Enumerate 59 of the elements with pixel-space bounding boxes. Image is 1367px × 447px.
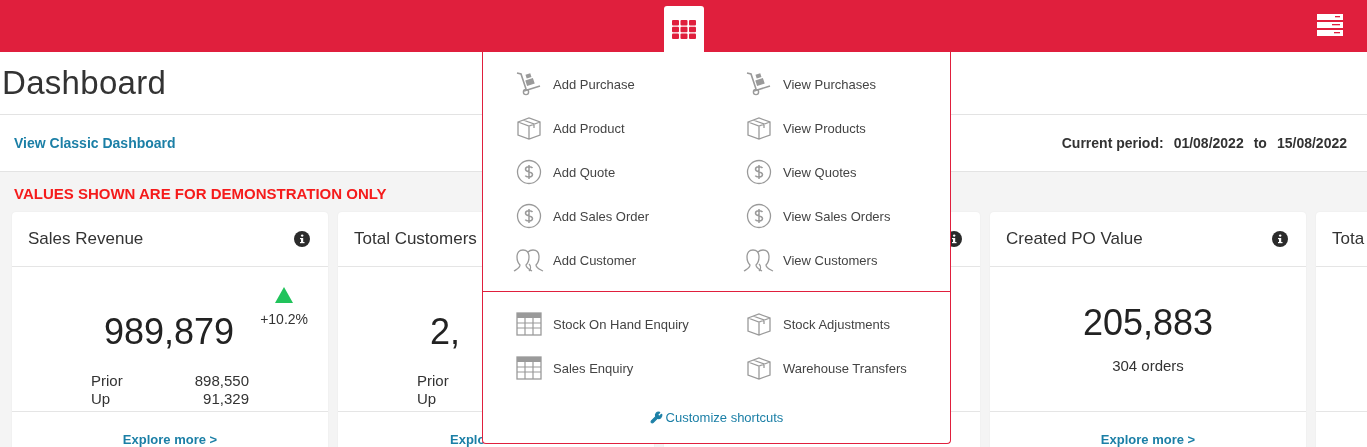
shortcut-item[interactable]: Warehouse Transfers	[743, 346, 973, 390]
shortcut-item[interactable]: View Sales Orders	[743, 194, 973, 238]
explore-link[interactable]: Explore more >	[122, 432, 218, 447]
shortcut-item[interactable]: View Purchases	[743, 62, 973, 106]
shortcut-item[interactable]: View Products	[743, 106, 973, 150]
shortcut-item[interactable]: Sales Enquiry	[513, 346, 743, 390]
hand-truck-icon	[515, 71, 543, 97]
shortcut-item[interactable]: Add Purchase	[513, 62, 743, 106]
row-value: 898,550	[193, 372, 249, 389]
grid-icon	[671, 19, 696, 39]
dollar-icon	[516, 203, 542, 229]
customize-shortcuts-link[interactable]: Customize shortcuts	[649, 410, 784, 425]
row-label: Prior	[91, 372, 124, 389]
menu-button[interactable]	[1317, 14, 1343, 36]
demo-notice: VALUES SHOWN ARE FOR DEMONSTRATION ONLY	[14, 185, 387, 202]
box-icon	[746, 311, 772, 337]
card-title: Total Customers	[354, 229, 477, 249]
apps-button[interactable]	[663, 6, 704, 52]
metric-value: 2,	[430, 314, 461, 350]
card-title: Tota	[1332, 229, 1365, 249]
period-label: Current period:	[1061, 135, 1164, 151]
shortcut-item[interactable]: Add Quote	[513, 150, 743, 194]
period-start[interactable]: 01/08/2022	[1173, 135, 1244, 151]
row-label: Up	[417, 390, 438, 407]
table-icon	[516, 312, 542, 336]
page-title: Dashboard	[2, 64, 167, 102]
classic-dashboard-link[interactable]: View Classic Dashboard	[14, 135, 176, 151]
box-icon	[746, 355, 772, 381]
card-title: Sales Revenue	[28, 229, 144, 249]
box-icon	[516, 115, 542, 141]
dollar-icon	[516, 159, 542, 185]
card-title: Created PO Value	[1006, 229, 1143, 249]
info-icon[interactable]	[294, 231, 310, 247]
shortcut-item[interactable]: Add Product	[513, 106, 743, 150]
row-value: 91,329	[202, 390, 249, 407]
shortcut-item[interactable]: Add Sales Order	[513, 194, 743, 238]
change-percent: +10.2%	[260, 311, 308, 327]
explore-link[interactable]: Explore more >	[1100, 432, 1196, 447]
dollar-icon	[746, 203, 772, 229]
people-icon	[743, 247, 775, 273]
hand-truck-icon	[745, 71, 773, 97]
shortcut-item[interactable]: Stock Adjustments	[743, 302, 973, 346]
row-label: Up	[91, 390, 112, 407]
metric-value: 989,879	[104, 314, 235, 350]
table-icon	[516, 356, 542, 380]
info-icon[interactable]	[1272, 231, 1288, 247]
box-icon	[746, 115, 772, 141]
orders-count: 304 orders	[1112, 357, 1184, 374]
period-to: to	[1253, 135, 1267, 151]
period-end[interactable]: 15/08/2022	[1276, 135, 1347, 151]
metric-value: 205,883	[1082, 305, 1214, 341]
shortcut-item[interactable]: View Customers	[743, 238, 973, 282]
shortcut-item[interactable]: Stock On Hand Enquiry	[513, 302, 743, 346]
shortcut-item[interactable]: Add Customer	[513, 238, 743, 282]
dollar-icon	[746, 159, 772, 185]
people-icon	[513, 247, 545, 273]
shortcut-item[interactable]: View Quotes	[743, 150, 973, 194]
row-label: Prior	[417, 372, 450, 389]
wrench-icon	[649, 411, 663, 424]
